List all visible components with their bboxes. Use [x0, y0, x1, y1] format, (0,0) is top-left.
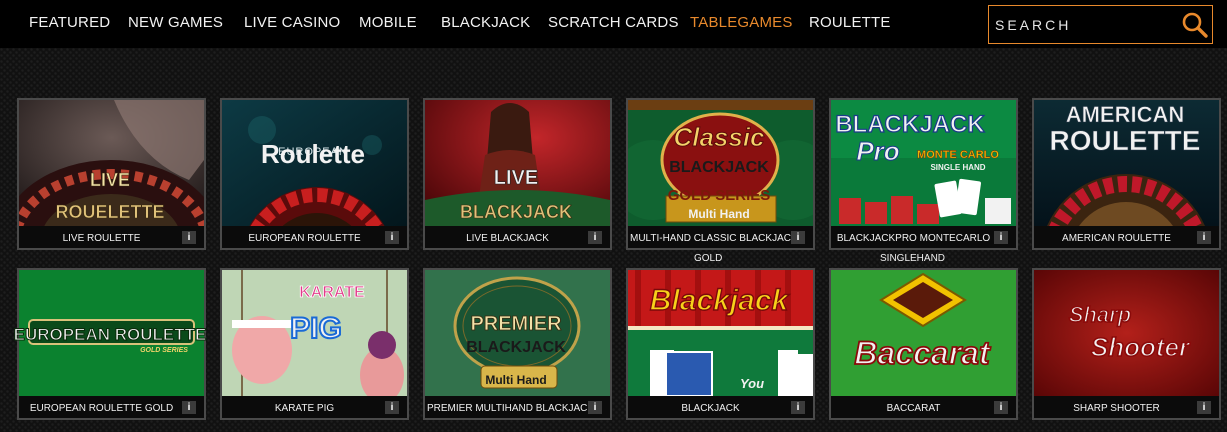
game-caption: SHARP SHOOTER i	[1034, 396, 1219, 418]
info-icon[interactable]: i	[994, 231, 1008, 244]
info-icon[interactable]: i	[791, 401, 805, 414]
game-thumbnail[interactable]	[222, 270, 407, 396]
game-title: PREMIER MULTIHAND BLACKJACK	[427, 403, 595, 414]
info-icon[interactable]: i	[385, 231, 399, 244]
nav-tablegames[interactable]: TABLEGAMES	[690, 14, 793, 31]
game-tile-live-roulette[interactable]: LIVE ROULETTE i	[17, 98, 206, 250]
nav-roulette[interactable]: ROULETTE	[809, 14, 891, 31]
info-icon[interactable]: i	[588, 231, 602, 244]
game-thumbnail[interactable]	[628, 100, 813, 226]
game-title: EUROPEAN ROULETTE	[248, 233, 361, 244]
game-title: MULTI-HAND CLASSIC BLACKJACK	[630, 233, 798, 244]
info-icon[interactable]: i	[1197, 401, 1211, 414]
game-tile-european-roulette-gold[interactable]: EUROPEAN ROULETTE GOLD i	[17, 268, 206, 420]
game-title: KARATE PIG	[274, 403, 335, 414]
game-tile-premier-multihand-blackjack[interactable]: PREMIER MULTIHAND BLACKJACK i	[423, 268, 612, 420]
nav-scratch-cards[interactable]: SCRATCH CARDS	[548, 14, 679, 31]
game-caption: BLACKJACK i	[628, 396, 813, 418]
game-title: BACCARAT	[886, 403, 941, 414]
game-thumbnail[interactable]	[19, 100, 204, 226]
game-thumbnail[interactable]	[628, 270, 813, 396]
game-tile-european-roulette[interactable]: EUROPEAN ROULETTE i	[220, 98, 409, 250]
game-caption: BLACKJACKPRO MONTECARLO i	[831, 226, 1016, 248]
game-thumbnail[interactable]	[425, 100, 610, 226]
game-tile-blackjackpro-montecarlo[interactable]: BLACKJACKPRO MONTECARLO i	[829, 98, 1018, 250]
nav-live-casino[interactable]: LIVE CASINO	[244, 14, 340, 31]
game-thumbnail[interactable]	[831, 270, 1016, 396]
game-title: SHARP SHOOTER	[1073, 403, 1160, 414]
game-tile-blackjack[interactable]: BLACKJACK i	[626, 268, 815, 420]
game-title: LIVE ROULETTE	[62, 233, 141, 244]
game-thumbnail[interactable]	[222, 100, 407, 226]
game-thumbnail[interactable]	[1034, 100, 1219, 226]
game-thumbnail[interactable]	[831, 100, 1016, 226]
search-box	[988, 5, 1213, 44]
info-icon[interactable]: i	[588, 401, 602, 414]
game-tile-sharp-shooter[interactable]: SHARP SHOOTER i	[1032, 268, 1221, 420]
game-caption: AMERICAN ROULETTE i	[1034, 226, 1219, 248]
nav-mobile[interactable]: MOBILE	[359, 14, 417, 31]
game-tile-live-blackjack[interactable]: LIVE BLACKJACK i	[423, 98, 612, 250]
game-title: BLACKJACK	[681, 403, 740, 414]
nav-blackjack[interactable]: BLACKJACK	[441, 14, 530, 31]
game-title: LIVE BLACKJACK	[466, 233, 549, 244]
game-caption: EUROPEAN ROULETTE GOLD i	[19, 396, 204, 418]
info-icon[interactable]: i	[1197, 231, 1211, 244]
nav-new-games[interactable]: NEW GAMES	[128, 14, 223, 31]
info-icon[interactable]: i	[791, 231, 805, 244]
info-icon[interactable]: i	[994, 401, 1008, 414]
top-nav: FEATURED NEW GAMES LIVE CASINO MOBILE BL…	[0, 0, 1227, 48]
game-title: EUROPEAN ROULETTE GOLD	[29, 403, 174, 414]
game-title-continued: GOLD	[694, 253, 723, 264]
game-caption: MULTI-HAND CLASSIC BLACKJACK i	[628, 226, 813, 248]
game-caption: PREMIER MULTIHAND BLACKJACK i	[425, 396, 610, 418]
game-thumbnail[interactable]	[1034, 270, 1219, 396]
game-title: BLACKJACKPRO MONTECARLO	[836, 233, 991, 244]
game-tile-baccarat[interactable]: BACCARAT i	[829, 268, 1018, 420]
game-caption: KARATE PIG i	[222, 396, 407, 418]
game-tile-american-roulette[interactable]: AMERICAN ROULETTE i	[1032, 98, 1221, 250]
game-thumbnail[interactable]	[19, 270, 204, 396]
game-tile-multihand-classic-blackjack-gold[interactable]: MULTI-HAND CLASSIC BLACKJACK i	[626, 98, 815, 250]
game-caption: LIVE ROULETTE i	[19, 226, 204, 248]
info-icon[interactable]: i	[182, 401, 196, 414]
game-caption: LIVE BLACKJACK i	[425, 226, 610, 248]
info-icon[interactable]: i	[182, 231, 196, 244]
game-title: AMERICAN ROULETTE	[1062, 233, 1171, 244]
info-icon[interactable]: i	[385, 401, 399, 414]
game-thumbnail[interactable]	[425, 270, 610, 396]
search-input[interactable]	[995, 15, 1175, 35]
search-icon[interactable]	[1180, 10, 1210, 40]
nav-featured[interactable]: FEATURED	[29, 14, 110, 31]
game-caption: BACCARAT i	[831, 396, 1016, 418]
game-caption: EUROPEAN ROULETTE i	[222, 226, 407, 248]
game-tile-karate-pig[interactable]: KARATE PIG i	[220, 268, 409, 420]
game-title-continued: SINGLEHAND	[880, 253, 946, 264]
